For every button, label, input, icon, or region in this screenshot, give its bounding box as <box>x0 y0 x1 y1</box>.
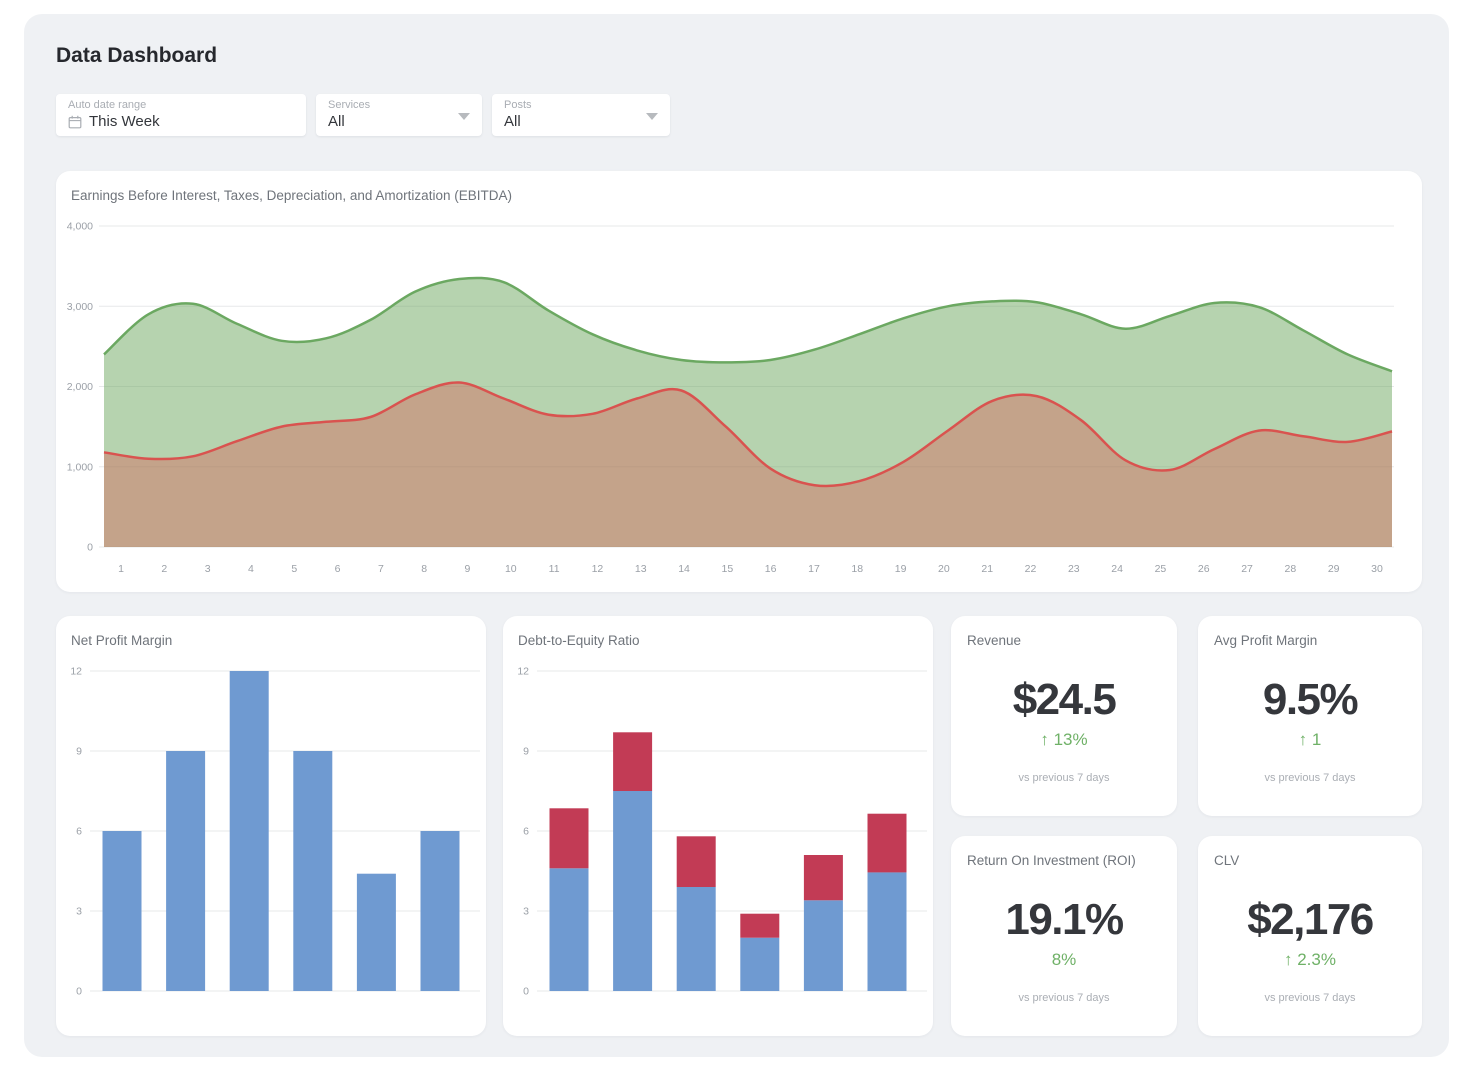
svg-text:11: 11 <box>549 563 560 575</box>
svg-text:23: 23 <box>1068 563 1080 575</box>
svg-text:26: 26 <box>1198 563 1210 575</box>
svg-text:9: 9 <box>76 746 82 758</box>
filter-services-label: Services <box>328 99 470 112</box>
svg-text:12: 12 <box>70 666 82 678</box>
svg-text:6: 6 <box>523 826 529 838</box>
svg-text:24: 24 <box>1111 563 1123 575</box>
svg-text:14: 14 <box>678 563 690 575</box>
kpi-label: Return On Investment (ROI) <box>967 853 1165 868</box>
kpi-value: 9.5% <box>1198 676 1422 724</box>
svg-text:12: 12 <box>592 563 604 575</box>
svg-text:6: 6 <box>76 826 82 838</box>
svg-text:7: 7 <box>378 563 384 575</box>
kpi-label: CLV <box>1214 853 1410 868</box>
svg-text:27: 27 <box>1241 563 1253 575</box>
svg-text:28: 28 <box>1285 563 1297 575</box>
svg-text:20: 20 <box>938 563 950 575</box>
filter-posts-value: All <box>504 113 521 131</box>
svg-text:25: 25 <box>1155 563 1167 575</box>
kpi-card-clv: CLV $2,176 ↑ 2.3% vs previous 7 days <box>1198 836 1422 1036</box>
chevron-down-icon <box>458 113 470 120</box>
kpi-footnote: vs previous 7 days <box>1198 772 1422 784</box>
svg-text:8: 8 <box>421 563 427 575</box>
svg-text:21: 21 <box>981 563 993 575</box>
debt-to-equity-chart: 0 3 6 9 12 <box>503 616 933 1041</box>
svg-text:3,000: 3,000 <box>67 301 93 313</box>
svg-text:0: 0 <box>76 986 82 998</box>
svg-text:16: 16 <box>765 563 777 575</box>
chevron-down-icon <box>646 113 658 120</box>
svg-text:3: 3 <box>205 563 211 575</box>
filter-date-range-value: This Week <box>89 113 160 131</box>
svg-text:0: 0 <box>87 542 93 554</box>
svg-text:17: 17 <box>808 563 820 575</box>
svg-text:2,000: 2,000 <box>67 381 93 393</box>
kpi-value: 19.1% <box>951 896 1177 944</box>
svg-text:12: 12 <box>517 666 529 678</box>
filter-services-value: All <box>328 113 345 131</box>
svg-text:4,000: 4,000 <box>67 221 93 233</box>
kpi-value: $2,176 <box>1198 896 1422 944</box>
filter-posts-label: Posts <box>504 99 658 112</box>
svg-text:0: 0 <box>523 986 529 998</box>
filter-services[interactable]: Services All <box>316 94 482 136</box>
filter-posts[interactable]: Posts All <box>492 94 670 136</box>
svg-text:15: 15 <box>722 563 734 575</box>
kpi-footnote: vs previous 7 days <box>951 772 1177 784</box>
kpi-card-avg-profit-margin: Avg Profit Margin 9.5% ↑ 1 vs previous 7… <box>1198 616 1422 816</box>
kpi-footnote: vs previous 7 days <box>1198 992 1422 1004</box>
ebitda-area-chart: 01,0002,0003,0004,0001234567891011121314… <box>56 171 1422 597</box>
kpi-change: ↑ 13% <box>951 730 1177 750</box>
svg-text:19: 19 <box>895 563 907 575</box>
debt-to-equity-card: Debt-to-Equity Ratio 036912 <box>503 616 933 1036</box>
svg-text:4: 4 <box>248 563 254 575</box>
svg-text:22: 22 <box>1025 563 1037 575</box>
net-profit-margin-card: Net Profit Margin 036912 <box>56 616 486 1036</box>
svg-text:2: 2 <box>161 563 167 575</box>
svg-text:13: 13 <box>635 563 647 575</box>
svg-text:1,000: 1,000 <box>67 461 93 473</box>
filter-date-range-label: Auto date range <box>68 99 294 112</box>
svg-text:10: 10 <box>505 563 517 575</box>
svg-text:3: 3 <box>76 906 82 918</box>
filter-date-range[interactable]: Auto date range This Week <box>56 94 306 136</box>
svg-text:9: 9 <box>465 563 471 575</box>
svg-text:9: 9 <box>523 746 529 758</box>
svg-text:30: 30 <box>1371 563 1383 575</box>
kpi-change: ↑ 2.3% <box>1198 950 1422 970</box>
kpi-label: Avg Profit Margin <box>1214 633 1410 648</box>
kpi-card-revenue: Revenue $24.5 ↑ 13% vs previous 7 days <box>951 616 1177 816</box>
kpi-change: 8% <box>951 950 1177 970</box>
svg-text:29: 29 <box>1328 563 1340 575</box>
svg-text:1: 1 <box>118 563 124 575</box>
kpi-card-roi: Return On Investment (ROI) 19.1% 8% vs p… <box>951 836 1177 1036</box>
ebitda-chart-card: Earnings Before Interest, Taxes, Depreci… <box>56 171 1422 592</box>
page-title: Data Dashboard <box>56 44 217 68</box>
kpi-footnote: vs previous 7 days <box>951 992 1177 1004</box>
svg-text:5: 5 <box>291 563 297 575</box>
calendar-icon <box>68 115 82 129</box>
kpi-value: $24.5 <box>951 676 1177 724</box>
svg-text:18: 18 <box>851 563 863 575</box>
svg-text:6: 6 <box>335 563 341 575</box>
svg-text:3: 3 <box>523 906 529 918</box>
kpi-change: ↑ 1 <box>1198 730 1422 750</box>
kpi-label: Revenue <box>967 633 1165 648</box>
net-profit-margin-chart: 0 3 6 9 12 <box>56 616 486 1041</box>
